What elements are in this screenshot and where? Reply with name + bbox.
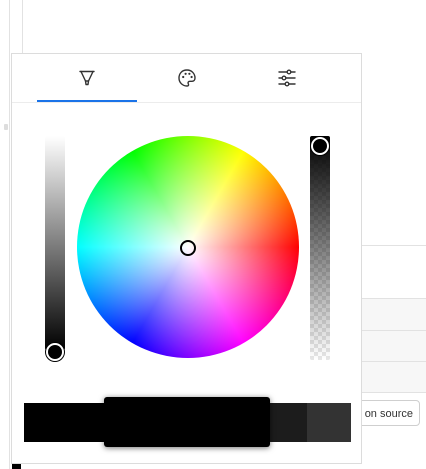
source-button[interactable]: on source bbox=[352, 400, 420, 426]
tab-palette[interactable] bbox=[137, 54, 237, 102]
saturation-slider-thumb[interactable] bbox=[46, 343, 64, 361]
color-swatch[interactable] bbox=[264, 403, 307, 442]
swatch-selected[interactable] bbox=[104, 397, 270, 447]
row-divider bbox=[362, 245, 426, 246]
brightness-slider-thumb[interactable] bbox=[311, 137, 329, 155]
color-picker-popup bbox=[11, 53, 362, 464]
color-swatch[interactable] bbox=[307, 403, 351, 442]
tab-brush[interactable] bbox=[37, 54, 137, 102]
brush-icon bbox=[78, 69, 96, 87]
background-table bbox=[362, 298, 426, 393]
color-swatch[interactable] bbox=[64, 403, 104, 442]
app-pane-divider bbox=[22, 0, 23, 53]
tabs-divider bbox=[12, 102, 361, 103]
resize-grip-icon[interactable] bbox=[4, 124, 8, 130]
saturation-slider[interactable] bbox=[45, 136, 65, 350]
tab-adjust[interactable] bbox=[237, 54, 337, 102]
app-left-edge bbox=[9, 0, 10, 469]
color-swatch[interactable] bbox=[24, 403, 64, 442]
picker-tabs bbox=[12, 54, 361, 102]
brightness-slider[interactable] bbox=[310, 136, 330, 360]
palette-icon bbox=[177, 68, 197, 88]
sliders-icon bbox=[277, 69, 297, 87]
color-wheel-marker[interactable] bbox=[180, 240, 196, 256]
